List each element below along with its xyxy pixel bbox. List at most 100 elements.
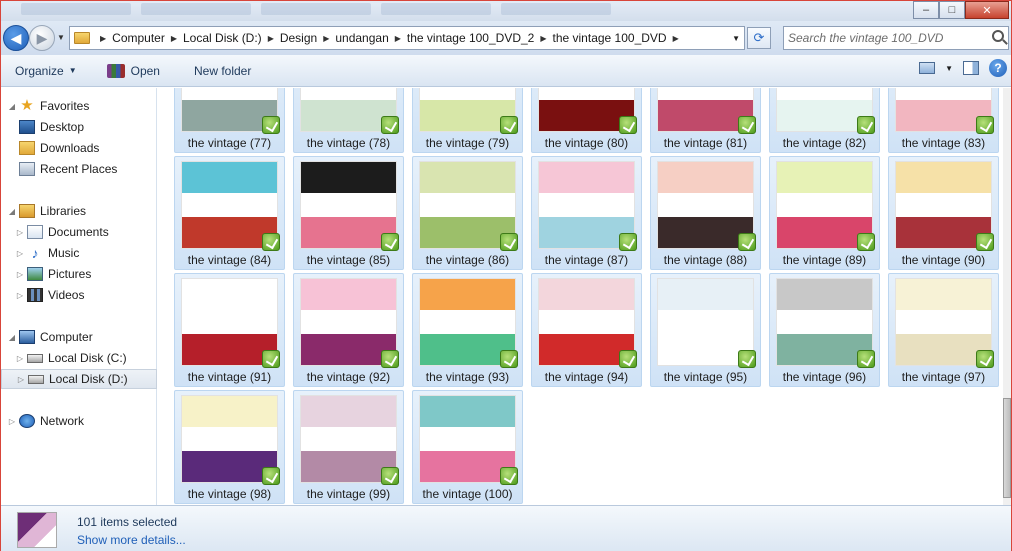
file-tile[interactable]: the vintage (96) [769,273,880,387]
breadcrumb-computer[interactable]: Computer ▶ [112,31,183,45]
nav-pictures[interactable]: ▷ Pictures [1,264,157,284]
vertical-scrollbar[interactable] [1003,88,1011,505]
scrollbar-thumb[interactable] [1003,398,1011,498]
nav-desktop[interactable]: Desktop [1,117,157,137]
nav-videos[interactable]: ▷ Videos [1,285,157,305]
nav-downloads[interactable]: Downloads [1,138,157,158]
help-icon[interactable]: ? [989,59,1007,77]
change-view-icon[interactable] [919,62,936,74]
file-tile[interactable]: the vintage (87) [531,156,642,270]
star-icon: ★ [20,97,34,114]
folder-icon [74,32,90,44]
file-name: the vintage (87) [544,253,629,267]
file-tile[interactable]: the vintage (93) [412,273,523,387]
file-tile[interactable]: the vintage (95) [650,273,761,387]
maximize-button[interactable]: □ [939,1,965,19]
winrar-icon [106,63,125,78]
file-tile[interactable]: the vintage (86) [412,156,523,270]
minimize-button[interactable]: – [913,1,939,19]
nav-local-disk-c[interactable]: ▷ Local Disk (C:) [1,348,157,368]
file-tile[interactable]: the vintage (92) [293,273,404,387]
forward-button[interactable]: ▶ [29,25,55,51]
organize-label: Organize [15,63,64,78]
collapsed-arrow-icon[interactable]: ▷ [16,375,26,384]
file-tile[interactable]: the vintage (89) [769,156,880,270]
collapsed-arrow-icon[interactable]: ▷ [15,291,25,300]
file-tile[interactable]: the vintage (78) [293,88,404,153]
breadcrumb-undangan[interactable]: undangan ▶ [335,31,407,45]
refresh-button[interactable]: ⟳ [747,27,771,49]
open-label: Open [130,63,160,78]
command-bar: Organize ▼ Open New folder ▼ ? [1,55,1011,87]
file-name: the vintage (94) [544,370,629,384]
file-tile[interactable]: the vintage (91) [174,273,285,387]
collapsed-arrow-icon[interactable]: ▷ [15,270,25,279]
preview-pane-icon[interactable] [963,61,979,75]
expand-arrow-icon[interactable]: ◢ [7,102,17,111]
nav-music[interactable]: ▷ ♪ Music [1,243,157,263]
file-tile[interactable]: the vintage (84) [174,156,285,270]
open-button[interactable]: Open [99,59,168,83]
file-name: the vintage (97) [901,370,986,384]
file-tile[interactable]: the vintage (85) [293,156,404,270]
file-name: the vintage (86) [425,253,510,267]
file-tile[interactable]: the vintage (98) [174,390,285,504]
file-tile[interactable]: the vintage (97) [888,273,999,387]
organize-button[interactable]: Organize ▼ [7,59,85,83]
coreldraw-icon [738,233,756,251]
address-dropdown[interactable]: ▼ [732,34,740,43]
address-bar[interactable]: ▶ Computer ▶ Local Disk (D:) ▶ Design ▶ und… [69,26,745,50]
file-name: the vintage (90) [901,253,986,267]
file-tile[interactable]: the vintage (99) [293,390,404,504]
file-name: the vintage (80) [544,136,629,150]
collapsed-arrow-icon[interactable]: ▷ [15,249,25,258]
file-tile[interactable]: the vintage (83) [888,88,999,153]
search-input[interactable]: Search the vintage 100_DVD [783,26,1009,50]
file-name: the vintage (92) [306,370,391,384]
file-tile[interactable]: the vintage (94) [531,273,642,387]
breadcrumb-sep-root[interactable]: ▶ [94,34,112,43]
file-tile[interactable]: the vintage (77) [174,88,285,153]
new-folder-button[interactable]: New folder [186,59,259,83]
nav-documents[interactable]: ▷ Documents [1,222,157,242]
computer-icon [19,330,35,344]
coreldraw-icon [500,116,518,134]
breadcrumb-local-disk-d[interactable]: Local Disk (D:) ▶ [183,31,280,45]
nav-libraries[interactable]: ◢ Libraries [1,201,157,221]
file-list[interactable]: the vintage (77) the vintage (78) the vint… [158,88,1003,505]
collapsed-arrow-icon[interactable]: ▷ [15,228,25,237]
nav-computer[interactable]: ◢ Computer [1,327,157,347]
file-name: the vintage (79) [425,136,510,150]
collapsed-arrow-icon[interactable]: ▷ [7,417,17,426]
coreldraw-icon [857,116,875,134]
nav-local-disk-d[interactable]: ▷ Local Disk (D:) [1,369,157,389]
file-tile[interactable]: the vintage (82) [769,88,880,153]
file-tile[interactable]: the vintage (88) [650,156,761,270]
back-button[interactable]: ◀ [3,25,29,51]
file-tile[interactable]: the vintage (81) [650,88,761,153]
breadcrumb-vintage-dvd[interactable]: the vintage 100_DVD ▶ [553,31,685,45]
nav-network[interactable]: ▷ Network [1,411,157,431]
film-strip-icon [27,288,43,302]
breadcrumb-design[interactable]: Design ▶ [280,31,336,45]
nav-favorites[interactable]: ◢ ★ Favorites [1,96,157,116]
close-button[interactable]: ✕ [965,1,1009,19]
view-options-dropdown[interactable]: ▼ [945,64,953,73]
expand-arrow-icon[interactable]: ◢ [7,207,17,216]
breadcrumb-vintage-dvd-2[interactable]: the vintage 100_DVD_2 ▶ [407,31,553,45]
expand-arrow-icon[interactable]: ◢ [7,333,17,342]
nav-recent-places[interactable]: Recent Places [1,159,157,179]
file-tile[interactable]: the vintage (90) [888,156,999,270]
file-tile[interactable]: the vintage (100) [412,390,523,504]
file-tile[interactable]: the vintage (80) [531,88,642,153]
show-more-details-link[interactable]: Show more details... [77,533,186,547]
recent-pages-dropdown[interactable]: ▼ [57,33,65,42]
file-name: the vintage (82) [782,136,867,150]
file-name: the vintage (99) [306,487,391,501]
coreldraw-icon [500,467,518,485]
file-name: the vintage (88) [663,253,748,267]
collapsed-arrow-icon[interactable]: ▷ [15,354,25,363]
file-tile[interactable]: the vintage (79) [412,88,523,153]
arrow-right-icon: ▶ [36,29,48,46]
coreldraw-icon [381,116,399,134]
